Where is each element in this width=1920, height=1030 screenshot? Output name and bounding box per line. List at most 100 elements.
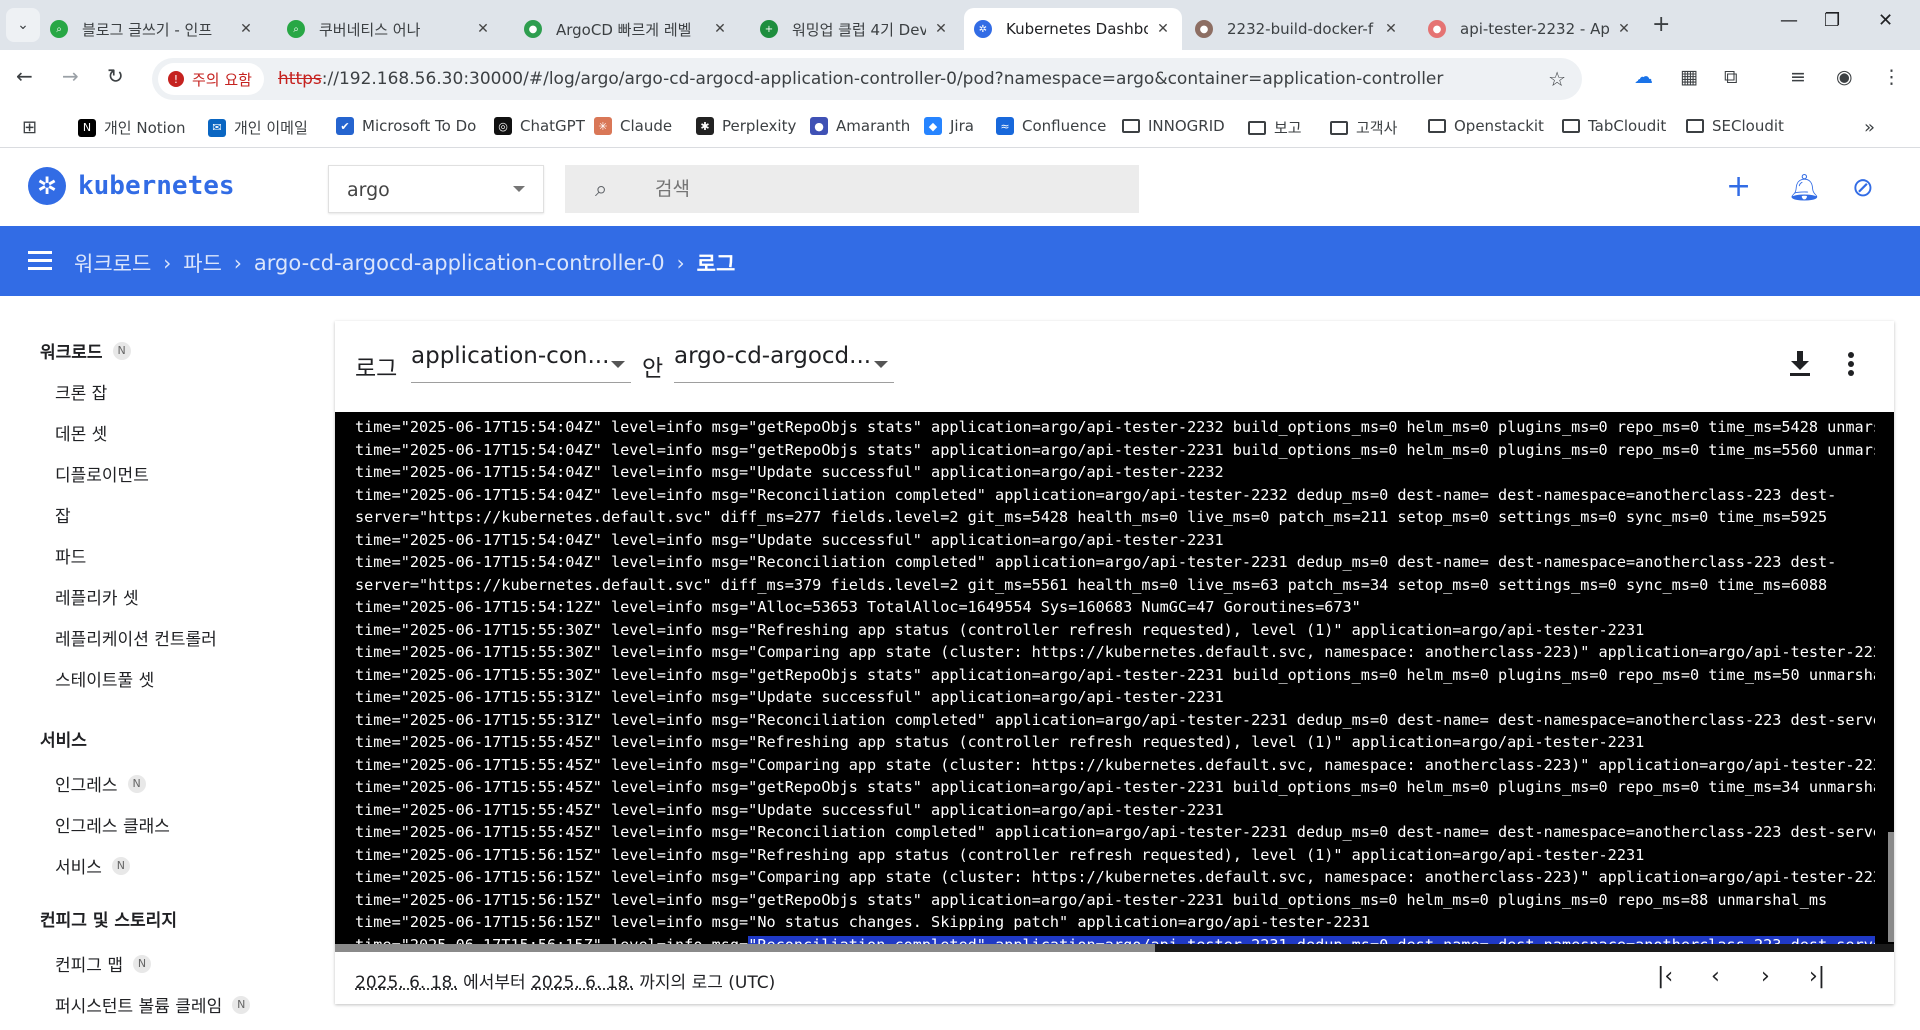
url-rest: ://192.168.56.30:30000/#/log/argo/argo-c… xyxy=(321,69,1444,89)
vertical-scrollbar[interactable] xyxy=(1888,832,1894,942)
tab-close-icon[interactable]: ✕ xyxy=(1615,21,1633,37)
breadcrumb-workloads[interactable]: 워크로드 xyxy=(74,248,151,278)
cloud-extension-icon[interactable]: ☁ xyxy=(1634,66,1653,88)
back-icon[interactable]: ← xyxy=(16,64,33,88)
omnibox[interactable]: ! 주의 요함 https://192.168.56.30:30000/#/lo… xyxy=(152,58,1582,100)
sidebar-item-ingressclasses[interactable]: 인그레스 클래스 xyxy=(55,812,170,837)
bookmark-folder[interactable]: SECloudit xyxy=(1686,117,1784,135)
browser-tab[interactable]: ⌕ 블로그 글쓰기 - 인프 ✕ xyxy=(40,8,265,50)
menu-hamburger-icon[interactable] xyxy=(28,251,52,271)
browser-tab[interactable]: ⌕ 쿠버네티스 어나 ✕ xyxy=(277,8,502,50)
bookmark-item[interactable]: ◆ Jira xyxy=(924,117,974,135)
bookmark-favicon-icon: ✉ xyxy=(208,118,226,137)
more-vert-icon[interactable] xyxy=(1847,351,1855,377)
previous-page-icon[interactable]: ‹ xyxy=(1711,964,1720,989)
bookmark-folder[interactable]: Openstackit xyxy=(1428,117,1544,135)
log-line: server="https://kubernetes.default.svc" … xyxy=(355,508,1828,526)
bookmark-folder[interactable]: 고객사 xyxy=(1330,117,1397,138)
namespace-select[interactable]: argo xyxy=(328,165,544,213)
bookmark-star-icon[interactable]: ☆ xyxy=(1548,67,1566,91)
reload-icon[interactable]: ↻ xyxy=(107,64,124,88)
tab-close-icon[interactable]: ✕ xyxy=(711,21,729,37)
profile-icon[interactable]: ◉ xyxy=(1836,66,1853,88)
last-page-icon[interactable]: ›| xyxy=(1809,964,1825,989)
new-badge: N xyxy=(132,954,151,973)
pod-select[interactable]: argo-cd-argocd... xyxy=(674,343,894,383)
sidebar-item-configmaps[interactable]: 컨피그 맵N xyxy=(55,951,151,976)
security-chip[interactable]: ! 주의 요함 xyxy=(158,63,264,95)
sidebar-section-workloads[interactable]: 워크로드 N xyxy=(40,338,131,363)
tab-close-icon[interactable]: ✕ xyxy=(1154,21,1172,37)
next-page-icon[interactable]: › xyxy=(1761,964,1770,989)
container-select[interactable]: application-con... xyxy=(411,343,631,383)
sidebar-section-config-storage[interactable]: 컨피그 및 스토리지 xyxy=(40,906,177,931)
apps-grid-icon[interactable]: ⊞ xyxy=(22,117,37,138)
sidebar-item-statefulsets[interactable]: 스테이트풀 셋 xyxy=(55,666,154,691)
bookmark-item[interactable]: N 개인 Notion xyxy=(78,117,186,138)
bookmark-item[interactable]: ✉ 개인 이메일 xyxy=(208,117,308,138)
log-output[interactable]: time="2025-06-17T15:54:04Z" level=info m… xyxy=(335,412,1894,952)
new-tab-button[interactable]: + xyxy=(1652,12,1670,37)
more-bookmarks-icon[interactable]: » xyxy=(1864,117,1875,138)
tab-close-icon[interactable]: ✕ xyxy=(474,21,492,37)
sidebar-item-pods[interactable]: 파드 xyxy=(55,543,86,568)
breadcrumb-pods[interactable]: 파드 xyxy=(183,248,222,278)
breadcrumb-pod[interactable]: argo-cd-argocd-application-controller-0 xyxy=(254,251,665,275)
bookmark-item[interactable]: ✳ Claude xyxy=(594,117,672,135)
url-scheme: https xyxy=(278,69,322,89)
user-account-icon[interactable]: ⊘ xyxy=(1852,173,1874,203)
horizontal-scrollbar[interactable] xyxy=(335,944,1894,952)
bookmark-folder[interactable]: 보고 xyxy=(1248,117,1302,138)
bookmark-item[interactable]: ✱ Perplexity xyxy=(696,117,796,135)
notifications-bell-icon[interactable]: 🔔︎ xyxy=(1788,173,1821,203)
extension-icon[interactable]: ▦ xyxy=(1680,66,1698,88)
search-input[interactable] xyxy=(655,175,1115,203)
tab-search-button[interactable]: ⌄ xyxy=(6,8,40,42)
sidebar-item-services[interactable]: 서비스 N xyxy=(55,853,130,878)
sidebar-item-replicasets[interactable]: 레플리카 셋 xyxy=(55,584,139,609)
tab-favicon-icon: ✲ xyxy=(974,20,992,38)
browser-menu-icon[interactable]: ⋮ xyxy=(1882,66,1901,88)
bookmark-folder[interactable]: TabCloudit xyxy=(1562,117,1666,135)
bookmark-item[interactable]: ◎ ChatGPT xyxy=(494,117,585,135)
tab-favicon-icon: ● xyxy=(1195,20,1213,38)
bookmark-item[interactable]: ● Amaranth xyxy=(810,117,910,135)
sidebar-item-ingresses[interactable]: 인그레스 N xyxy=(55,771,146,796)
close-window-icon[interactable]: ✕ xyxy=(1878,10,1893,31)
sidebar-item-cronjobs[interactable]: 크론 잡 xyxy=(55,379,107,404)
browser-tab[interactable]: ● api-tester-2232 - Ap ✕ xyxy=(1418,8,1643,50)
sidebar-item-jobs[interactable]: 잡 xyxy=(55,502,71,527)
sidebar-item-daemonsets[interactable]: 데몬 셋 xyxy=(55,420,107,445)
bookmark-folder[interactable]: INNOGRID xyxy=(1122,117,1225,135)
new-badge: N xyxy=(127,774,146,793)
container-value: application-con... xyxy=(411,343,610,369)
sidebar-section-services[interactable]: 서비스 xyxy=(40,726,87,751)
restore-icon[interactable]: ❐ xyxy=(1824,10,1840,31)
browser-tab[interactable]: ● ArgoCD 빠르게 레벨 ✕ xyxy=(514,8,739,50)
forward-icon[interactable]: → xyxy=(62,64,79,88)
first-page-icon[interactable]: |‹ xyxy=(1657,964,1673,989)
tab-title: Kubernetes Dashboa xyxy=(1006,20,1148,38)
browser-tab[interactable]: + 워밍업 클럽 4기 Dev ✕ xyxy=(750,8,960,50)
browser-tab[interactable]: ● 2232-build-docker-f ✕ xyxy=(1185,8,1410,50)
log-card: 로그 application-con... 안 argo-cd-argocd..… xyxy=(335,321,1894,1004)
url-text[interactable]: https://192.168.56.30:30000/#/log/argo/a… xyxy=(278,69,1443,89)
bookmark-item[interactable]: ✔ Microsoft To Do xyxy=(336,117,476,135)
browser-tab[interactable]: ✲ Kubernetes Dashboa ✕ xyxy=(964,8,1182,50)
sidebar-item-replicationcontrollers[interactable]: 레플리케이션 컨트롤러 xyxy=(55,625,217,650)
tab-close-icon[interactable]: ✕ xyxy=(932,21,950,37)
log-line: time="2025-06-17T15:55:45Z" level=info m… xyxy=(355,800,1224,819)
tab-close-icon[interactable]: ✕ xyxy=(237,21,255,37)
kubernetes-logo[interactable]: ✲ kubernetes xyxy=(28,167,235,205)
puzzle-extensions-icon[interactable]: ⧉ xyxy=(1724,66,1738,88)
sidebar-item-deployments[interactable]: 디플로이먼트 xyxy=(55,461,149,486)
sidebar-item-pvcs[interactable]: 퍼시스턴트 볼륨 클레임 N xyxy=(55,992,251,1017)
media-control-icon[interactable]: ≡ xyxy=(1790,66,1806,88)
bookmark-item[interactable]: ≈ Confluence xyxy=(996,117,1106,135)
log-line: time="2025-06-17T15:55:30Z" level=info m… xyxy=(355,643,1875,661)
scrollbar-thumb[interactable] xyxy=(335,944,1155,952)
download-icon[interactable] xyxy=(1789,351,1811,377)
add-icon[interactable]: + xyxy=(1726,169,1751,204)
tab-close-icon[interactable]: ✕ xyxy=(1382,21,1400,37)
minimize-icon[interactable]: — xyxy=(1780,10,1798,31)
